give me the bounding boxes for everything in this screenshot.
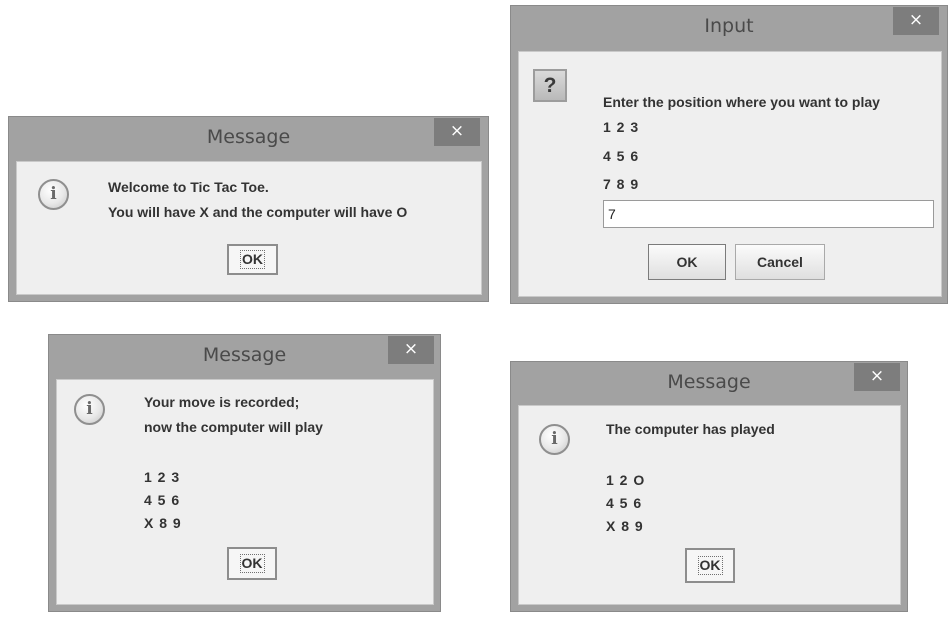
info-icon: i [38,179,69,210]
ok-button[interactable]: OK [685,548,735,583]
cancel-button[interactable]: Cancel [735,244,825,280]
dialog-content: i Welcome to Tic Tac Toe. You will have … [16,161,482,295]
board-row-2: 4 5 6 [603,148,640,164]
computer-played-dialog: Message × i The computer has played 1 2 … [510,361,908,612]
board-row-1: 1 2 3 [603,119,640,135]
prompt-text: Enter the position where you want to pla… [603,94,880,110]
dialog-title: Message [667,371,751,393]
message-line-1: The computer has played [606,421,775,437]
dialog-content: i Your move is recorded; now the compute… [56,379,434,605]
board-row-3: 7 8 9 [603,176,640,192]
board-row-3: X 8 9 [144,515,182,531]
question-icon: ? [533,69,567,102]
board-row-2: 4 5 6 [144,492,181,508]
info-icon: i [74,394,105,425]
position-input[interactable]: 7 [603,200,934,228]
message-line-2: You will have X and the computer will ha… [108,204,408,220]
ok-button-label: OK [697,556,723,575]
ok-button[interactable]: OK [227,547,277,580]
ok-button-label: OK [239,554,265,573]
welcome-message-dialog: Message × i Welcome to Tic Tac Toe. You … [8,116,489,302]
dialog-content: i The computer has played 1 2 O 4 5 6 X … [518,405,901,605]
message-line-1: Your move is recorded; [144,394,300,410]
board-row-2: 4 5 6 [606,495,643,511]
board-row-3: X 8 9 [606,518,644,534]
dialog-title: Message [202,344,287,366]
ok-button[interactable]: OK [648,244,726,280]
dialog-title: Message [206,126,291,148]
close-button[interactable]: × [388,336,434,364]
board-row-1: 1 2 O [606,472,646,488]
dialog-content: ? Enter the position where you want to p… [518,51,942,297]
message-line-2: now the computer will play [144,419,323,435]
close-button[interactable]: × [434,118,480,146]
board-row-1: 1 2 3 [144,469,181,485]
ok-button-label: OK [240,250,265,269]
dialog-title: Input [704,15,754,37]
input-dialog: Input × ? Enter the position where you w… [510,5,948,304]
ok-button[interactable]: OK [227,244,278,275]
close-button[interactable]: × [893,7,939,35]
close-button[interactable]: × [854,363,900,391]
move-recorded-dialog: Message × i Your move is recorded; now t… [48,334,441,612]
info-icon: i [539,424,570,455]
message-line-1: Welcome to Tic Tac Toe. [108,179,269,195]
